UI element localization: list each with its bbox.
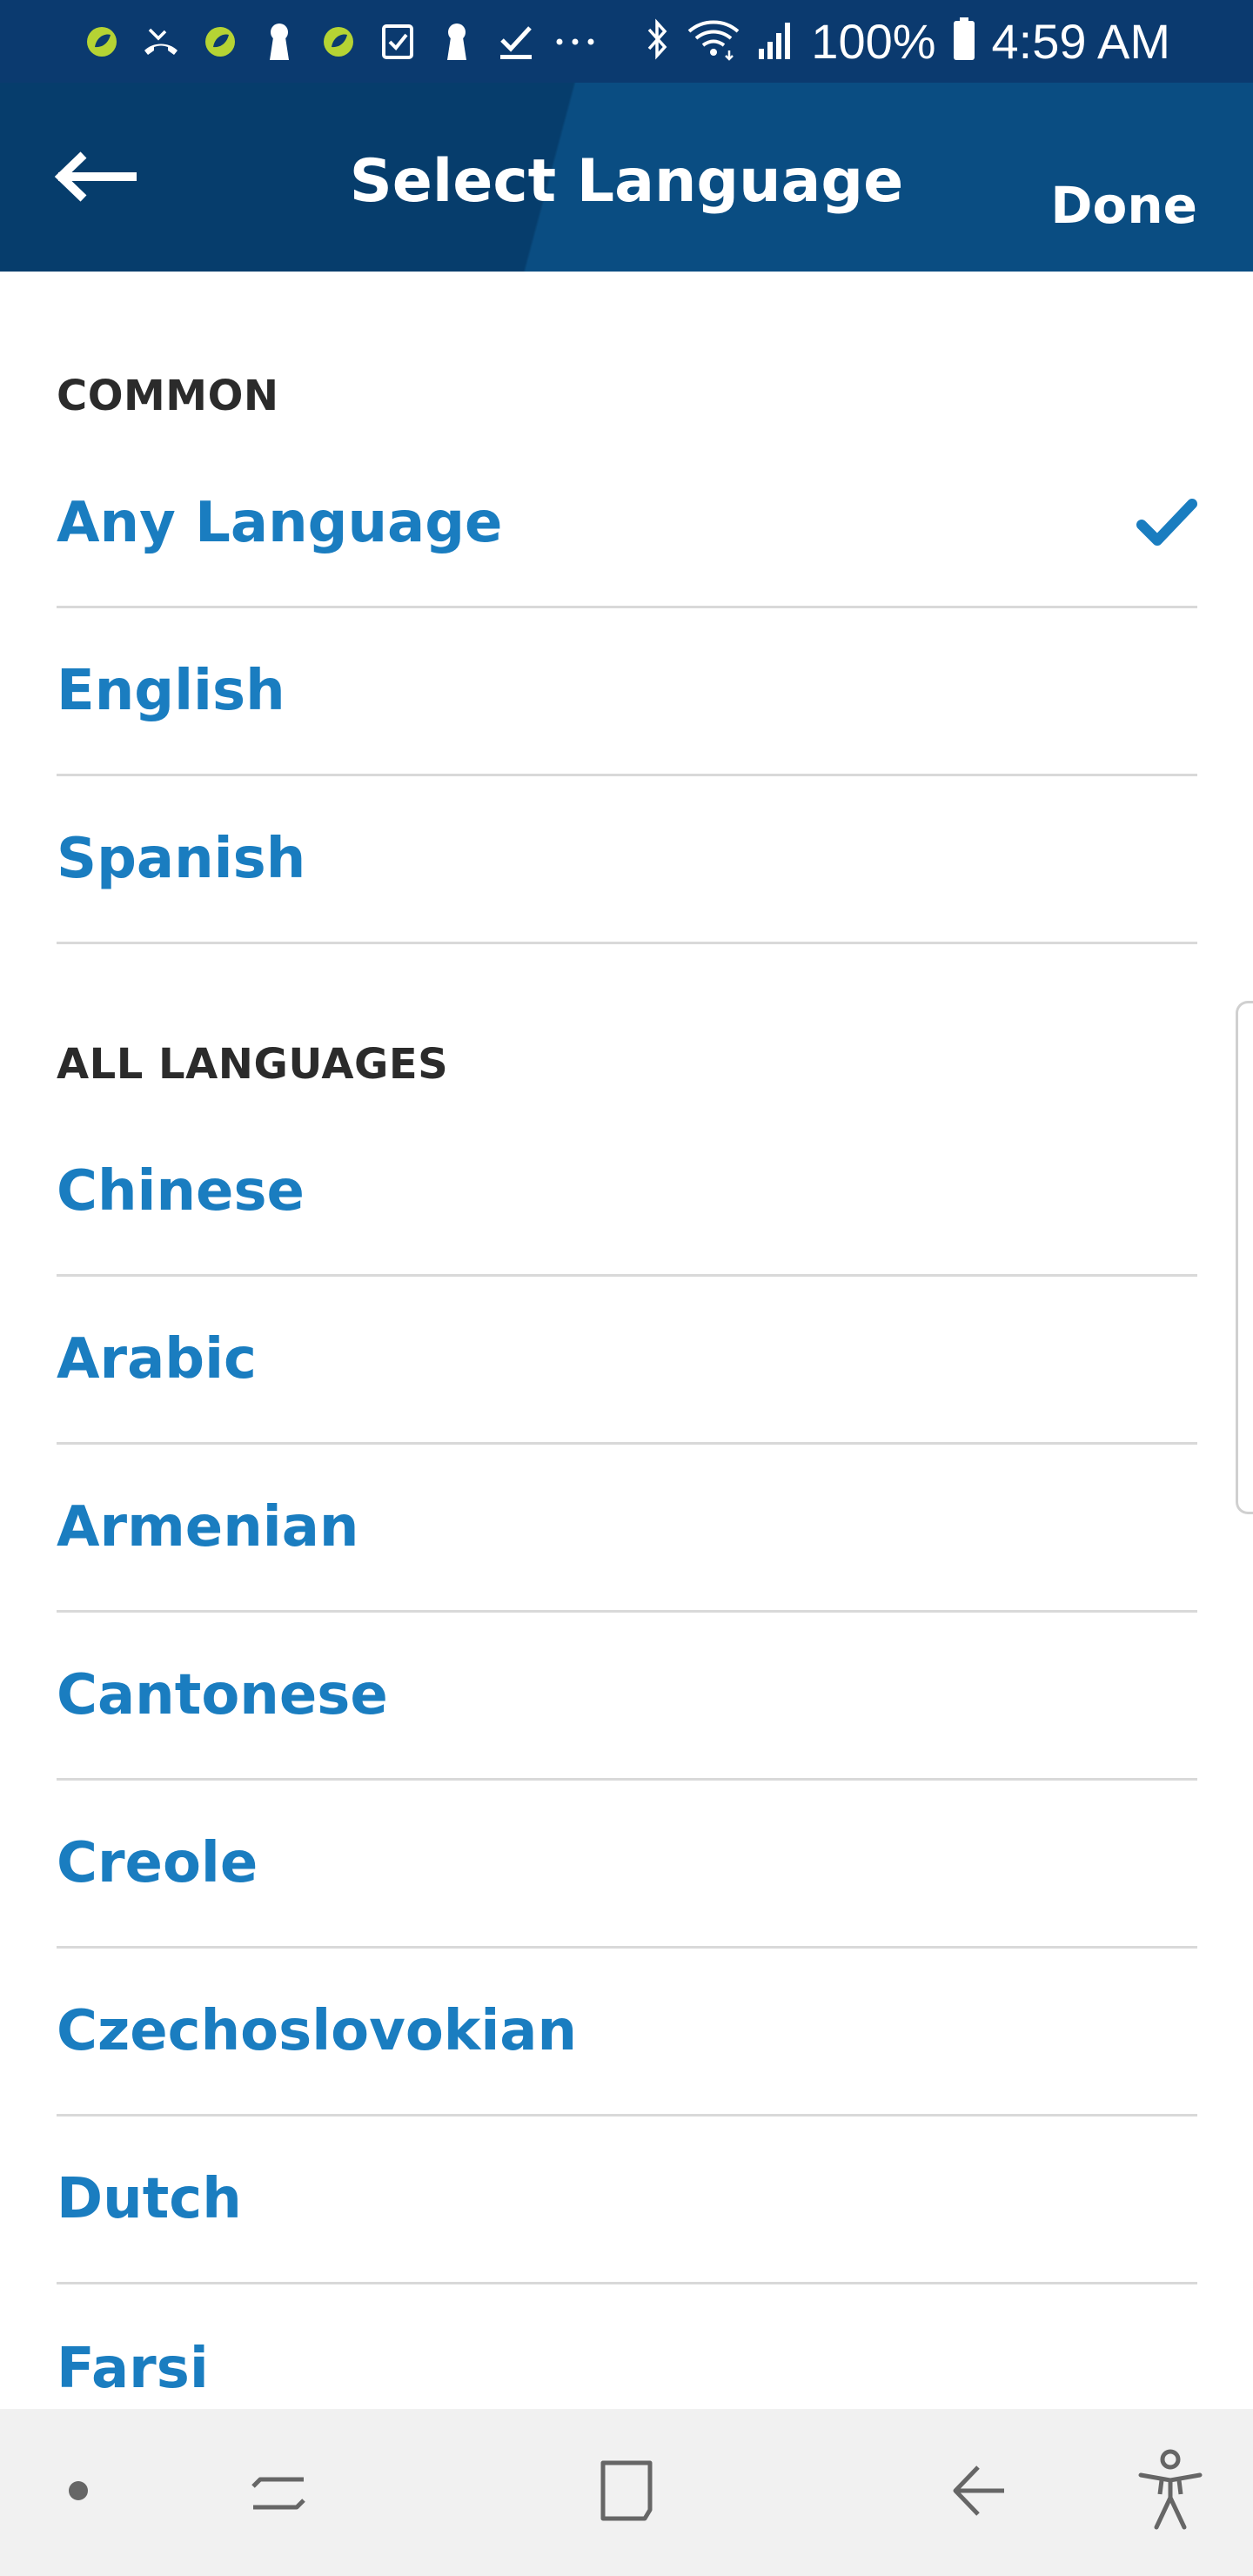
back-nav-button[interactable] — [927, 2409, 1031, 2576]
status-bar: 100% 4:59 AM — [0, 0, 1253, 83]
system-status: 100% 4:59 AM — [644, 9, 1170, 74]
recent-apps-button[interactable] — [226, 2409, 331, 2576]
bluetooth-icon — [644, 17, 670, 65]
clock: 4:59 AM — [991, 14, 1170, 69]
language-option-dutch[interactable]: Dutch — [57, 2116, 1197, 2284]
language-label: Armenian — [57, 1495, 359, 1560]
more-dots-icon — [553, 20, 597, 64]
language-option-czechoslovokian[interactable]: Czechoslovokian — [57, 1949, 1197, 2116]
section-header-all-languages: ALL LANGUAGES — [57, 1040, 449, 1089]
wifi-icon — [686, 17, 741, 65]
language-list[interactable]: COMMON Any Language English Spanish ALL … — [0, 272, 1253, 2409]
screen: 100% 4:59 AM Select Language Done COMMON… — [0, 0, 1253, 2576]
language-option-farsi[interactable]: Farsi — [57, 2284, 1197, 2409]
back-arrow-icon — [948, 2460, 1009, 2526]
language-option-chinese[interactable]: Chinese — [57, 1109, 1197, 1277]
scrollbar-handle[interactable] — [1236, 1001, 1253, 1514]
language-option-any-language[interactable]: Any Language — [57, 440, 1197, 608]
language-label: Creole — [57, 1831, 258, 1895]
language-label: Spanish — [57, 827, 306, 891]
accessibility-icon — [1136, 2449, 1205, 2537]
done-button[interactable]: Done — [1050, 178, 1197, 232]
accessibility-button[interactable] — [1122, 2409, 1218, 2576]
language-option-english[interactable]: English — [57, 608, 1197, 776]
battery-percent: 100% — [811, 14, 936, 69]
language-option-creole[interactable]: Creole — [57, 1781, 1197, 1949]
app-leaf-icon — [198, 20, 242, 64]
checkbox-icon — [376, 20, 419, 64]
notification-icons — [80, 16, 597, 68]
language-option-cantonese[interactable]: Cantonese — [57, 1613, 1197, 1781]
language-label: Chinese — [57, 1159, 305, 1224]
home-square-icon — [596, 2459, 657, 2526]
language-option-arabic[interactable]: Arabic — [57, 1277, 1197, 1445]
section-header-common: COMMON — [57, 372, 279, 420]
language-label: English — [57, 659, 285, 723]
battery-icon — [952, 17, 976, 66]
language-label: Dutch — [57, 2167, 242, 2231]
app-leaf-icon — [317, 20, 360, 64]
language-label: Czechoslovokian — [57, 1999, 578, 2063]
language-label: Farsi — [57, 2336, 209, 2401]
checkmark-icon — [1136, 497, 1197, 549]
recent-apps-icon — [248, 2460, 309, 2526]
language-label: Arabic — [57, 1327, 257, 1392]
system-nav-bar — [0, 2409, 1253, 2576]
language-label: Cantonese — [57, 1663, 388, 1727]
missed-call-icon — [139, 20, 183, 64]
download-check-icon — [494, 20, 538, 64]
dot-icon — [65, 2478, 91, 2508]
app-leaf-icon — [80, 20, 124, 64]
signal-icon — [757, 17, 795, 65]
home-button[interactable] — [574, 2409, 679, 2576]
keyhole-icon — [435, 20, 479, 64]
keyhole-icon — [258, 20, 301, 64]
language-option-spanish[interactable]: Spanish — [57, 776, 1197, 944]
nav-dot-button[interactable] — [44, 2409, 113, 2576]
language-option-armenian[interactable]: Armenian — [57, 1445, 1197, 1613]
language-label: Any Language — [57, 491, 503, 555]
app-header: Select Language Done — [0, 83, 1253, 272]
